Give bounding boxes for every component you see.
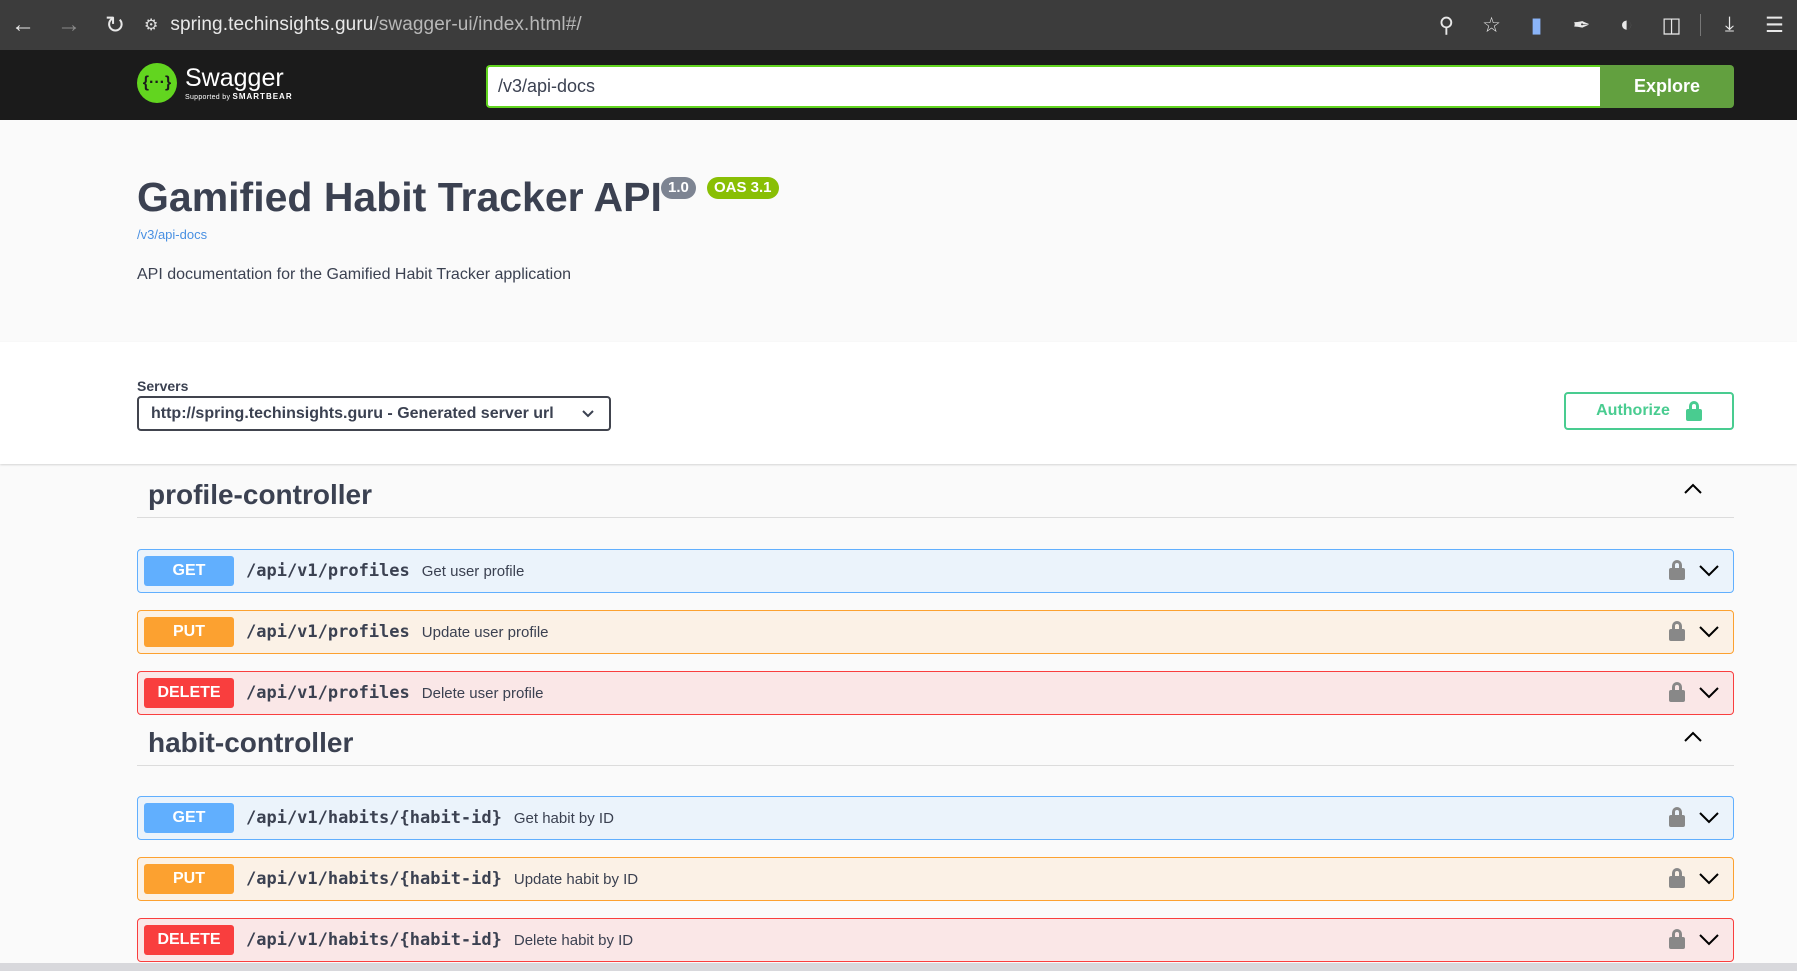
operation-summary: Get habit by ID — [513, 809, 614, 827]
extensions-puzzle-icon[interactable]: ◫ — [1649, 2, 1694, 48]
swagger-logo-icon: {···} — [137, 63, 177, 103]
server-select-value: http://spring.techinsights.guru - Genera… — [151, 404, 554, 422]
chevron-up-icon[interactable] — [1682, 726, 1704, 748]
tag-profile-controller: profile-controller GET /api/v1/profiles … — [137, 466, 1734, 715]
lock-icon[interactable] — [1669, 682, 1685, 702]
dark-mode-icon[interactable]: ◐ — [1604, 2, 1649, 48]
operation-path: /api/v1/profiles — [246, 622, 410, 642]
lock-icon[interactable] — [1669, 868, 1685, 888]
version-badge: 1.0 — [661, 177, 696, 199]
chevron-down-icon — [582, 410, 594, 418]
site-settings-icon[interactable]: ⚙ — [144, 15, 158, 35]
method-badge: DELETE — [144, 678, 234, 708]
lock-icon[interactable] — [1669, 621, 1685, 641]
chevron-up-icon[interactable] — [1682, 478, 1704, 500]
swagger-topbar: {···} Swagger Supported by SMARTBEAR Exp… — [0, 50, 1797, 120]
tag-title: habit-controller — [148, 727, 354, 758]
logo-name: Swagger — [185, 64, 284, 92]
api-description: API documentation for the Gamified Habit… — [137, 266, 571, 283]
zoom-icon[interactable]: ⚲ — [1424, 2, 1469, 48]
operation-summary: Delete habit by ID — [513, 931, 634, 949]
back-arrow-icon[interactable]: ← — [0, 2, 46, 48]
method-badge: PUT — [144, 617, 234, 647]
chevron-down-icon[interactable] — [1697, 680, 1721, 704]
bookmark-star-icon[interactable]: ☆ — [1469, 2, 1514, 48]
lock-icon[interactable] — [1669, 560, 1685, 580]
server-select[interactable]: http://spring.techinsights.guru - Genera… — [137, 396, 611, 431]
lock-icon[interactable] — [1669, 807, 1685, 827]
chevron-down-icon[interactable] — [1697, 866, 1721, 890]
logo-subtitle: Supported by SMARTBEAR — [185, 92, 293, 101]
lock-icon[interactable] — [1669, 929, 1685, 949]
method-badge: DELETE — [144, 925, 234, 955]
swagger-logo[interactable]: {···} Swagger Supported by SMARTBEAR — [137, 63, 293, 103]
spec-url-input[interactable] — [486, 65, 1600, 108]
method-badge: GET — [144, 556, 234, 586]
reading-list-icon[interactable]: ☰ — [1752, 2, 1797, 48]
operation-row[interactable]: GET /api/v1/profiles Get user profile — [137, 549, 1734, 593]
operation-row[interactable]: PUT /api/v1/profiles Update user profile — [137, 610, 1734, 654]
forward-arrow-icon[interactable]: → — [46, 2, 92, 48]
explore-form: Explore — [486, 65, 1734, 108]
api-docs-link[interactable]: /v3/api-docs — [137, 227, 207, 242]
operation-row[interactable]: PUT /api/v1/habits/{habit-id} Update hab… — [137, 857, 1734, 901]
operation-path: /api/v1/profiles — [246, 561, 410, 581]
browser-toolbar: ← → ↻ ⚙ spring.techinsights.guru/swagger… — [0, 0, 1797, 50]
url-host: spring.techinsights.guru — [170, 14, 374, 35]
reload-icon[interactable]: ↻ — [92, 2, 138, 48]
operation-summary: Update user profile — [421, 623, 549, 641]
chevron-down-icon[interactable] — [1697, 805, 1721, 829]
operation-row[interactable]: DELETE /api/v1/profiles Delete user prof… — [137, 671, 1734, 715]
operation-summary: Get user profile — [421, 562, 525, 580]
operation-summary: Update habit by ID — [513, 870, 639, 888]
oas-badge: OAS 3.1 — [707, 177, 779, 199]
horizontal-scrollbar[interactable] — [0, 963, 1797, 971]
eyedropper-icon[interactable]: ✒ — [1559, 2, 1604, 48]
operation-summary: Delete user profile — [421, 684, 544, 702]
url-path: /swagger-ui/index.html#/ — [373, 14, 582, 35]
chevron-down-icon[interactable] — [1697, 558, 1721, 582]
explore-button[interactable]: Explore — [1600, 65, 1734, 108]
operation-row[interactable]: DELETE /api/v1/habits/{habit-id} Delete … — [137, 918, 1734, 962]
address-bar[interactable]: spring.techinsights.guru/swagger-ui/inde… — [170, 14, 581, 36]
servers-label: Servers — [137, 378, 189, 394]
servers-section: Servers http://spring.techinsights.guru … — [0, 342, 1797, 464]
authorize-button[interactable]: Authorize — [1564, 392, 1734, 430]
tag-title: profile-controller — [148, 479, 373, 510]
tag-header[interactable]: profile-controller — [137, 466, 1734, 518]
chevron-down-icon[interactable] — [1697, 619, 1721, 643]
operation-path: /api/v1/habits/{habit-id} — [246, 930, 502, 950]
operation-row[interactable]: GET /api/v1/habits/{habit-id} Get habit … — [137, 796, 1734, 840]
tag-habit-controller: habit-controller GET /api/v1/habits/{hab… — [137, 714, 1734, 962]
tag-header[interactable]: habit-controller — [137, 714, 1734, 766]
api-info: Gamified Habit Tracker API 1.0 OAS 3.1 /… — [0, 120, 1797, 342]
operation-path: /api/v1/habits/{habit-id} — [246, 808, 502, 828]
method-badge: PUT — [144, 864, 234, 894]
extension-doc-icon[interactable]: ▮ — [1514, 2, 1559, 48]
authorize-label: Authorize — [1596, 402, 1670, 419]
api-title: Gamified Habit Tracker API — [137, 174, 662, 220]
chevron-down-icon[interactable] — [1697, 927, 1721, 951]
toolbar-separator — [1700, 14, 1701, 36]
operation-path: /api/v1/profiles — [246, 683, 410, 703]
download-icon[interactable]: ⤓ — [1707, 2, 1752, 48]
method-badge: GET — [144, 803, 234, 833]
lock-icon — [1685, 401, 1702, 421]
operation-path: /api/v1/habits/{habit-id} — [246, 869, 502, 889]
